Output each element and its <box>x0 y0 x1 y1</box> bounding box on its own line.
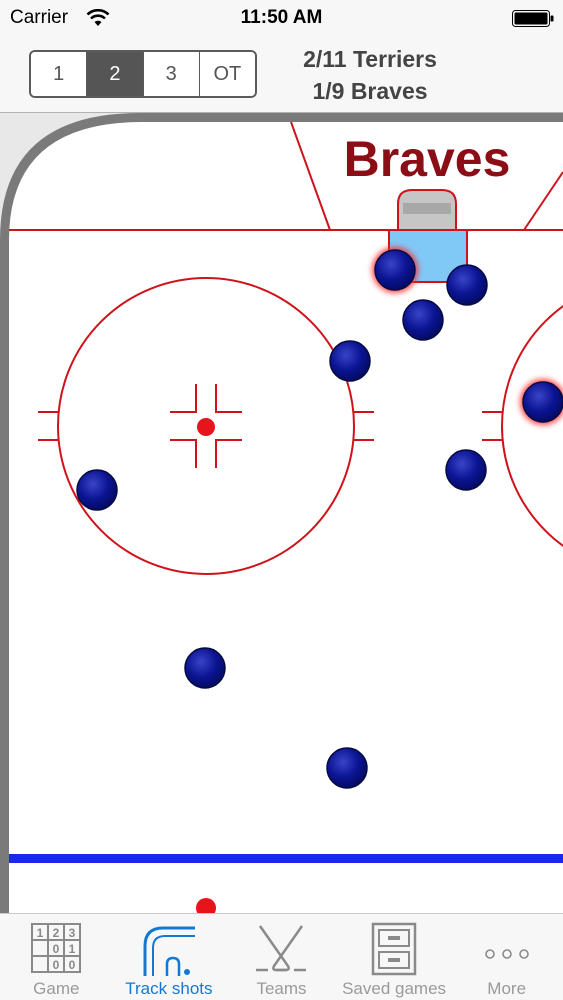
shot-marker[interactable] <box>184 647 226 689</box>
more-dots-icon <box>484 949 529 959</box>
score-line-home: 2/11 Terriers <box>303 46 437 72</box>
tab-more[interactable]: More <box>450 914 563 1000</box>
tab-label: Saved games <box>342 979 447 998</box>
svg-text:3: 3 <box>69 926 76 940</box>
shot-goal-marker[interactable] <box>372 247 418 293</box>
team-end-label: Braves <box>344 131 511 187</box>
svg-text:0: 0 <box>53 958 60 972</box>
shot-marker[interactable] <box>76 469 118 511</box>
blue-line <box>9 854 563 863</box>
svg-text:2: 2 <box>53 926 60 940</box>
header-bar: 1 2 3 OT 2/11 Terriers 1/9 Braves <box>0 38 563 113</box>
svg-text:0: 0 <box>53 942 60 956</box>
scoreboard-grid-icon: 1 2 3 0 1 0 0 <box>31 923 82 973</box>
period-segment[interactable]: 3 <box>143 52 200 96</box>
tab-teams[interactable]: Teams <box>225 914 338 1000</box>
score-summary: 2/11 Terriers 1/9 Braves <box>270 43 470 107</box>
tab-saved-games[interactable]: Saved games <box>338 914 451 1000</box>
goal-net-icon <box>397 189 457 231</box>
period-segment[interactable]: 2 <box>87 52 144 96</box>
rink-ice <box>9 122 563 913</box>
period-segmented-control[interactable]: 1 2 3 OT <box>29 50 257 98</box>
tab-label: Game <box>33 979 80 998</box>
period-segment[interactable]: OT <box>199 52 255 96</box>
shot-marker[interactable] <box>446 264 488 306</box>
file-cabinet-icon <box>371 922 417 976</box>
tab-track-shots[interactable]: Track shots <box>113 914 226 1000</box>
shot-marker[interactable] <box>445 449 487 491</box>
tab-game[interactable]: 1 2 3 0 1 0 0 Game <box>0 914 113 1000</box>
tab-label: More <box>487 979 527 998</box>
shot-marker[interactable] <box>329 340 371 382</box>
rink-shot-icon <box>143 926 195 976</box>
status-bar: Carrier 11:50 AM <box>0 0 563 38</box>
clock: 11:50 AM <box>240 7 323 28</box>
tab-label: Teams <box>256 979 307 998</box>
shot-marker[interactable] <box>326 747 368 789</box>
screen: Carrier 11:50 AM 1 2 3 OT 2/11 Terriers 1/9… <box>0 0 563 1000</box>
svg-text:1: 1 <box>69 942 76 956</box>
tab-label: Track shots <box>125 979 213 998</box>
svg-text:1: 1 <box>37 926 44 940</box>
crossed-sticks-icon <box>256 925 307 972</box>
rink-shot-map[interactable]: Braves <box>0 113 563 913</box>
svg-text:0: 0 <box>69 958 76 972</box>
battery-icon <box>512 10 554 27</box>
score-line-away: 1/9 Braves <box>312 78 428 104</box>
shot-marker[interactable] <box>402 299 444 341</box>
period-segment[interactable]: 1 <box>31 52 88 96</box>
tab-bar: 1 2 3 0 1 0 0 Game Track shots Teams Sav… <box>0 913 563 1000</box>
